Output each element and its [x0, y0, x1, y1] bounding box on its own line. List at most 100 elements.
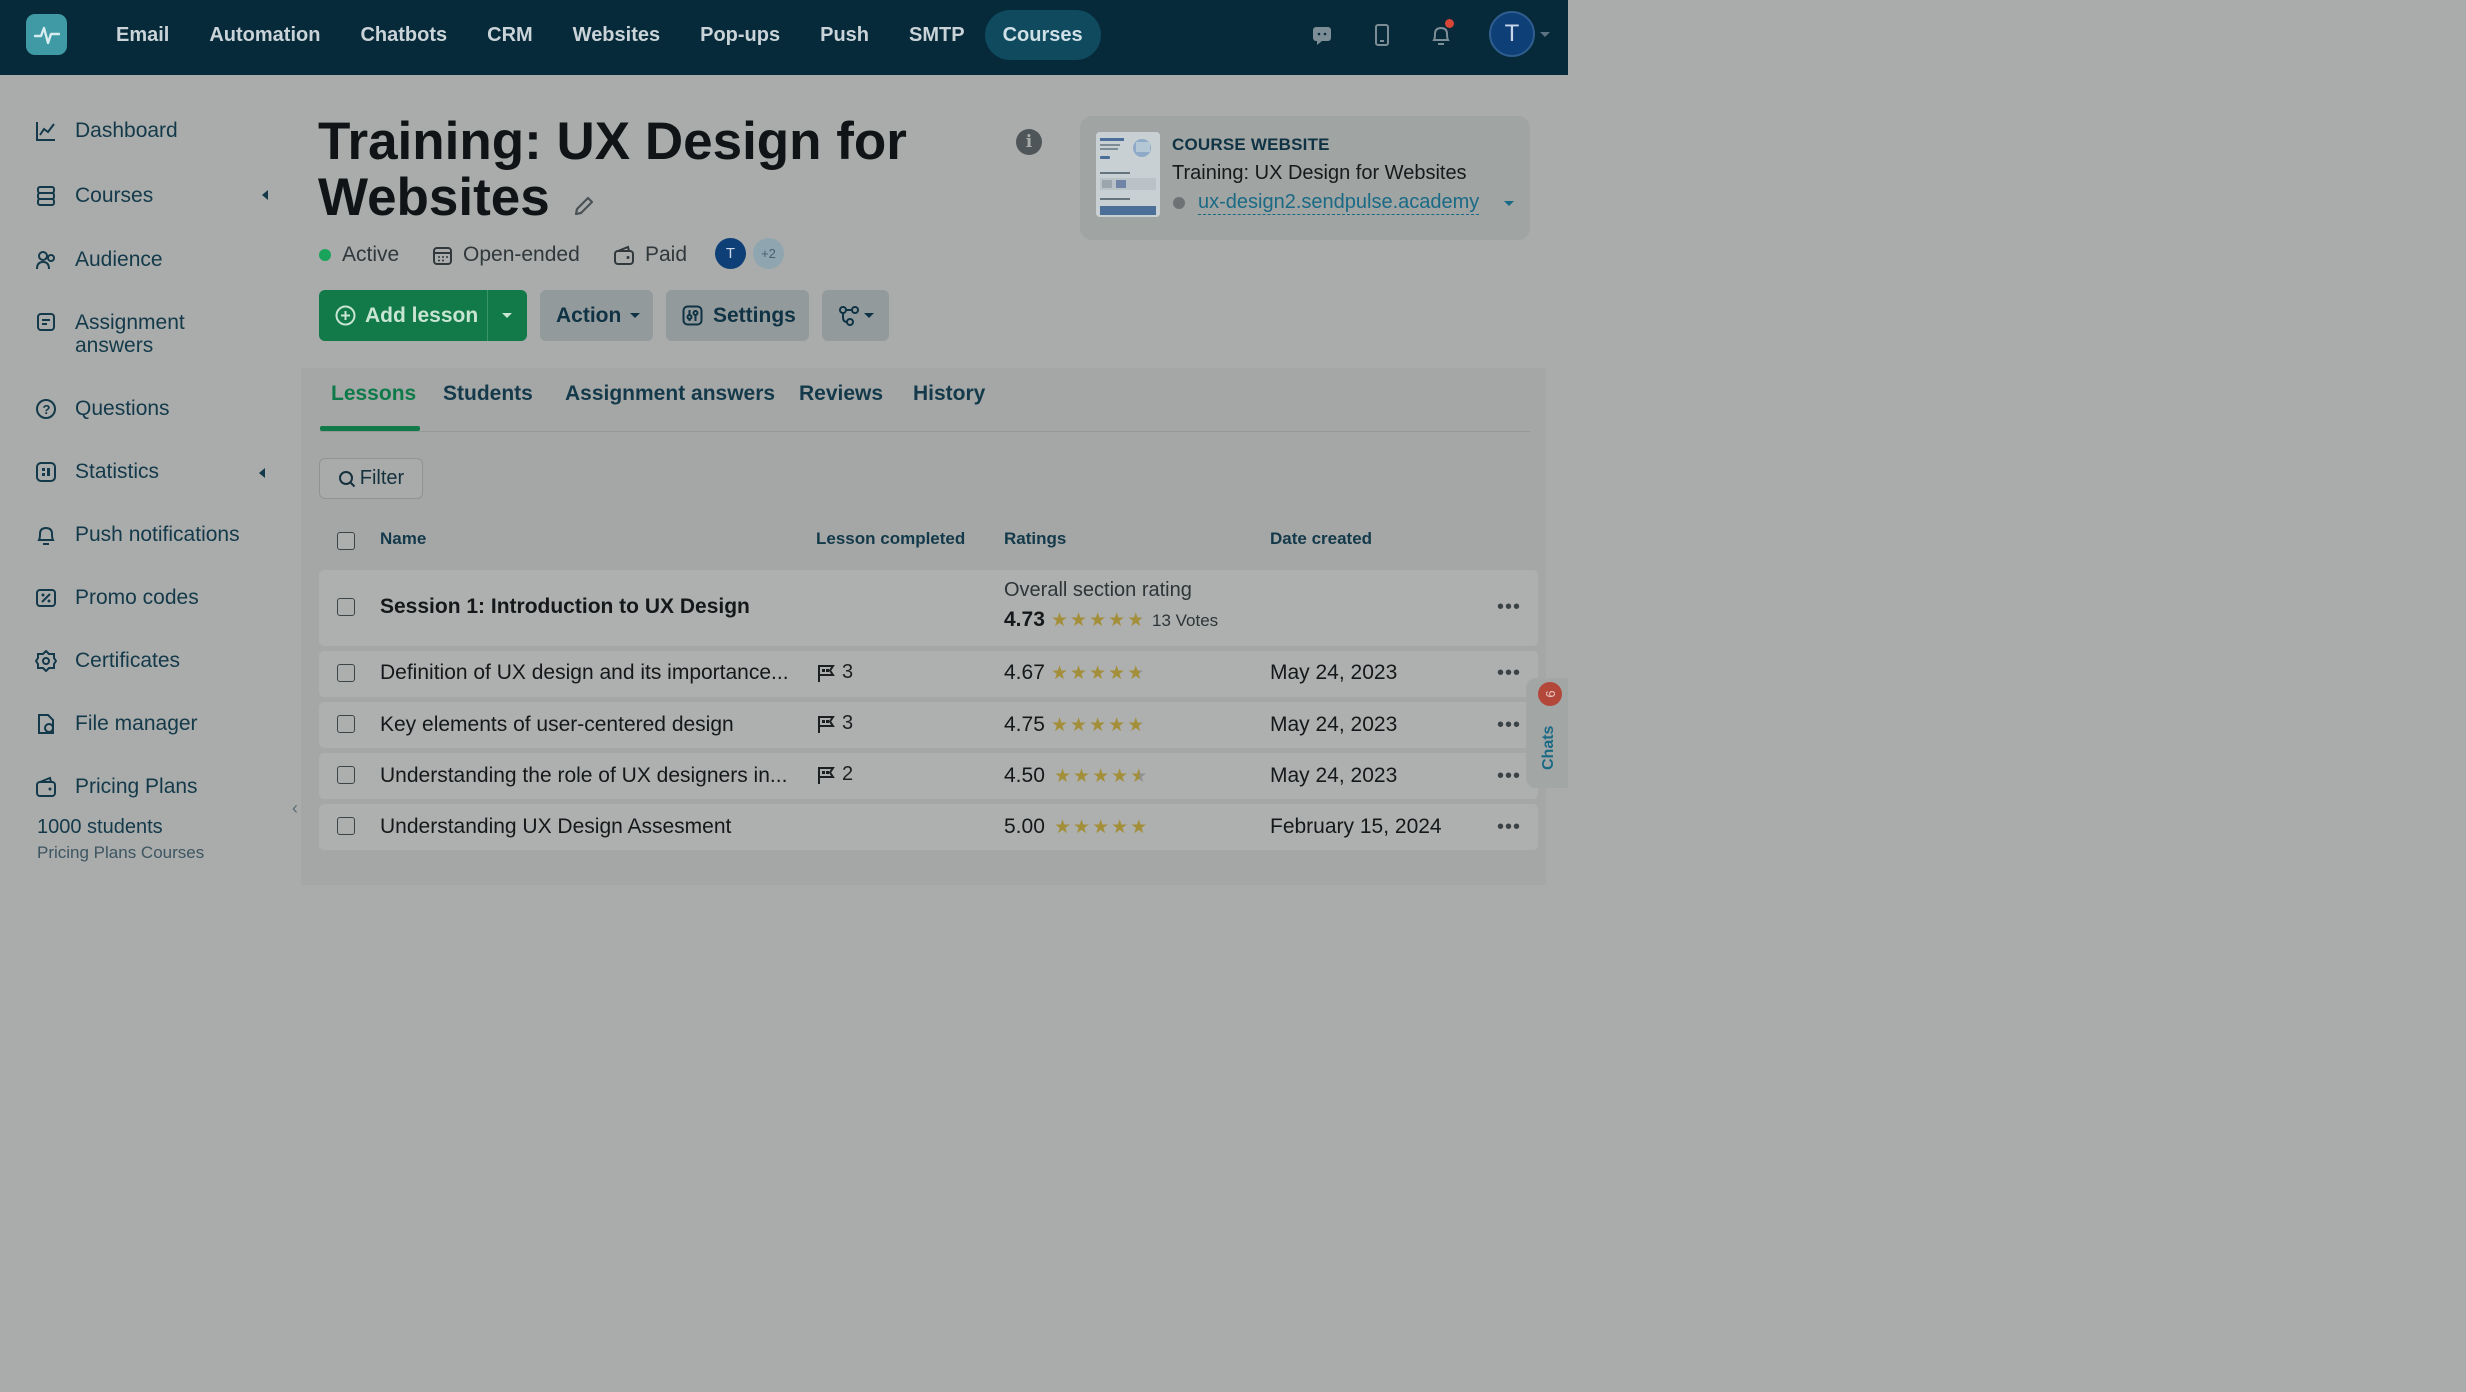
calendar-icon: [432, 245, 453, 266]
chevron-down-icon: [863, 313, 874, 318]
nav-crm[interactable]: CRM: [467, 10, 553, 60]
nav-websites[interactable]: Websites: [553, 10, 680, 60]
sidebar-collapse-icon[interactable]: ‹: [292, 798, 298, 819]
team-avatar[interactable]: T: [715, 238, 746, 269]
sidebar-item-label: Courses: [75, 184, 154, 207]
tab-history[interactable]: History: [913, 382, 985, 406]
filter-button[interactable]: Filter: [319, 458, 423, 499]
add-lesson-button[interactable]: Add lesson: [319, 290, 488, 341]
star-icon: ★: [1130, 766, 1150, 787]
row-checkbox[interactable]: [337, 715, 355, 733]
tab-reviews[interactable]: Reviews: [799, 382, 883, 406]
sidebar-item-file-manager[interactable]: File manager: [34, 712, 198, 736]
sidebar-item-statistics[interactable]: Statistics: [34, 460, 159, 484]
user-avatar[interactable]: T: [1489, 11, 1535, 57]
star-icon: ★: [1070, 663, 1090, 684]
star-icon: ★: [1073, 817, 1093, 838]
user-menu-caret[interactable]: [1540, 32, 1550, 37]
mobile-icon[interactable]: [1369, 22, 1395, 48]
more-options-icon[interactable]: •••: [1497, 714, 1521, 737]
lesson-name: Understanding UX Design Assesment: [380, 815, 732, 838]
website-preview-thumbnail[interactable]: [1096, 132, 1160, 217]
table-row[interactable]: Understanding UX Design Assesment 5.00 ★…: [319, 804, 1538, 850]
statistics-expand-caret[interactable]: [259, 468, 265, 478]
row-checkbox[interactable]: [337, 766, 355, 784]
row-checkbox[interactable]: [337, 664, 355, 682]
sidebar-item-dashboard[interactable]: Dashboard: [34, 119, 178, 143]
row-checkbox[interactable]: [337, 598, 355, 616]
notification-dot: [1445, 19, 1454, 28]
rating-stars: ★★★★★: [1051, 662, 1146, 685]
column-header-lesson-completed[interactable]: Lesson completed: [816, 529, 965, 549]
row-checkbox[interactable]: [337, 817, 355, 835]
column-header-name[interactable]: Name: [380, 529, 426, 549]
lesson-rating-value: 4.75: [1004, 713, 1045, 736]
lesson-completed: 3: [816, 712, 853, 735]
column-header-ratings[interactable]: Ratings: [1004, 529, 1066, 549]
action-button[interactable]: Action: [540, 290, 653, 341]
website-link-dropdown-caret[interactable]: [1504, 201, 1514, 206]
rating-stars: ★★★★★: [1054, 816, 1149, 839]
chat-icon[interactable]: [1309, 22, 1335, 48]
tab-lessons[interactable]: Lessons: [331, 382, 416, 406]
statistics-icon: [34, 460, 58, 484]
more-options-icon[interactable]: •••: [1497, 662, 1521, 685]
nav-email[interactable]: Email: [96, 10, 189, 60]
svg-text:?: ?: [43, 402, 51, 417]
lesson-name: Key elements of user-centered design: [380, 713, 734, 736]
price-type-text: Paid: [645, 243, 688, 266]
more-options-icon[interactable]: •••: [1497, 765, 1521, 788]
sidebar-item-pricing-plans[interactable]: Pricing Plans: [34, 775, 198, 799]
team-more-badge[interactable]: +2: [753, 238, 784, 269]
settings-button[interactable]: Settings: [666, 290, 809, 341]
sidebar-item-promo-codes[interactable]: Promo codes: [34, 586, 199, 610]
course-website-link[interactable]: ux-design2.sendpulse.academy: [1198, 191, 1480, 215]
pencil-icon[interactable]: [572, 173, 596, 229]
rating-stars: ★★★★★: [1054, 765, 1149, 788]
column-header-date-created[interactable]: Date created: [1270, 529, 1372, 549]
sidebar-item-push-notifications[interactable]: Push notifications: [34, 523, 240, 547]
sendpulse-logo[interactable]: [26, 14, 67, 55]
sidebar-item-label: File manager: [75, 712, 198, 735]
tab-students[interactable]: Students: [443, 382, 533, 406]
lesson-date: February 15, 2024: [1270, 815, 1442, 838]
info-icon[interactable]: i: [1016, 129, 1042, 155]
sidebar-item-courses[interactable]: Courses: [34, 184, 153, 208]
more-options-icon[interactable]: •••: [1497, 816, 1521, 839]
add-lesson-dropdown-button[interactable]: [488, 290, 526, 341]
sidebar-item-certificates[interactable]: Certificates: [34, 649, 180, 673]
nav-popups[interactable]: Pop-ups: [680, 10, 800, 60]
star-icon: ★: [1108, 610, 1128, 631]
section-row[interactable]: Session 1: Introduction to UX Design Ove…: [319, 570, 1538, 646]
table-row[interactable]: Key elements of user-centered design 3 4…: [319, 702, 1538, 748]
nav-chatbots[interactable]: Chatbots: [340, 10, 467, 60]
rating-stars: ★★★★★: [1051, 609, 1146, 632]
flag-icon: [816, 714, 836, 734]
select-all-checkbox[interactable]: [337, 532, 355, 550]
table-row[interactable]: Definition of UX design and its importan…: [319, 651, 1538, 697]
settings-label: Settings: [713, 303, 796, 327]
lesson-date: May 24, 2023: [1270, 764, 1398, 787]
sidebar-item-audience[interactable]: Audience: [34, 248, 163, 272]
tab-assignment-answers[interactable]: Assignment answers: [565, 382, 775, 406]
sidebar-item-questions[interactable]: ? Questions: [34, 397, 170, 421]
bell-icon[interactable]: [1428, 19, 1454, 48]
flow-menu-button[interactable]: [822, 290, 889, 341]
nav-courses[interactable]: Courses: [984, 10, 1101, 60]
lesson-completed-count: 2: [842, 763, 854, 785]
nav-automation[interactable]: Automation: [189, 10, 340, 60]
more-options-icon[interactable]: •••: [1497, 596, 1521, 619]
nav-smtp[interactable]: SMTP: [889, 10, 985, 60]
nav-push[interactable]: Push: [800, 10, 889, 60]
lesson-completed: 3: [816, 661, 853, 684]
flag-icon: [816, 765, 836, 785]
chats-side-tab[interactable]: 6 Chats: [1526, 678, 1568, 788]
pricing-plan-title: 1000 students: [37, 816, 163, 838]
file-manager-icon: [34, 712, 58, 736]
table-row[interactable]: Understanding the role of UX designers i…: [319, 753, 1538, 799]
star-icon: ★: [1073, 766, 1093, 787]
sidebar-item-assignment-answers[interactable]: Assignment answers: [34, 311, 234, 357]
course-title: Training: UX Design for Websites: [318, 114, 958, 229]
courses-expand-caret[interactable]: [262, 190, 268, 200]
lesson-rating-value: 4.67: [1004, 661, 1045, 684]
